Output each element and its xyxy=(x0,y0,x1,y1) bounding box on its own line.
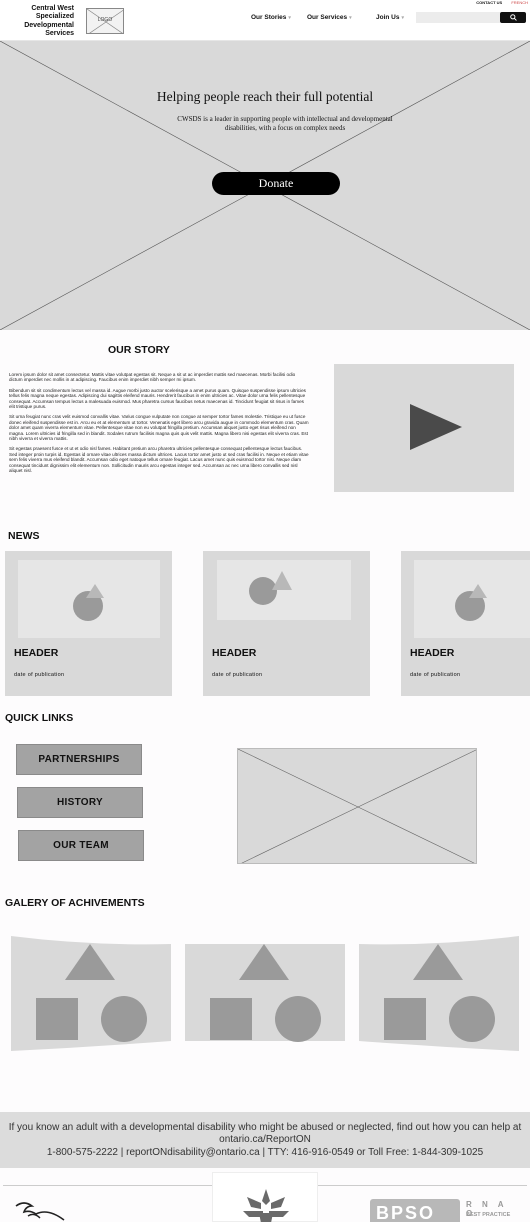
bird-logo-icon xyxy=(15,1202,65,1221)
image-placeholder-icon xyxy=(359,936,519,1051)
image-placeholder-icon xyxy=(455,584,487,621)
news-header: HEADER xyxy=(212,647,257,659)
gallery-item[interactable] xyxy=(358,936,520,1051)
donate-button[interactable]: Donate xyxy=(212,172,340,195)
image-placeholder-icon xyxy=(73,584,104,621)
trillium-logo-icon xyxy=(243,1189,289,1222)
abuse-notice-text[interactable]: If you know an adult with a developmenta… xyxy=(6,1122,524,1146)
story-text: Lorem ipsum dolor sit amet consectetur. … xyxy=(9,372,309,479)
story-paragraph: Sit urna feugiat nunc cras velit euismod… xyxy=(9,414,309,442)
news-image xyxy=(217,560,351,620)
news-date: date of publication xyxy=(410,672,461,678)
news-card[interactable]: HEADER date of publication xyxy=(203,551,370,696)
story-paragraph: Sit egestas praesent fusce et ut et odio… xyxy=(9,446,309,474)
gallery-item[interactable] xyxy=(184,936,346,1051)
partner-logo-bird[interactable] xyxy=(14,1198,70,1222)
search-input[interactable] xyxy=(416,12,500,23)
story-paragraph: Lorem ipsum dolor sit amet consectetur. … xyxy=(9,372,296,383)
chevron-down-icon: ▾ xyxy=(288,15,291,21)
news-heading: NEWS xyxy=(8,530,40,542)
contact-link[interactable]: CONTACT US xyxy=(476,0,502,5)
nav-join-us[interactable]: Join Us ▾ xyxy=(376,14,404,21)
image-placeholder-icon xyxy=(11,936,171,1051)
org-name[interactable]: Central West Specialized Developmental S… xyxy=(6,5,74,39)
news-header: HEADER xyxy=(410,647,455,659)
story-video[interactable] xyxy=(334,364,514,492)
site-header: Central West Specialized Developmental S… xyxy=(0,0,530,41)
partner-logo-ontario[interactable] xyxy=(212,1172,318,1222)
abuse-notice-banner: If you know an adult with a developmenta… xyxy=(0,1112,530,1168)
hero-title: Helping people reach their full potentia… xyxy=(156,89,374,104)
search-button[interactable] xyxy=(500,12,526,23)
news-card[interactable]: HEADER date of publication xyxy=(5,551,172,696)
search-icon xyxy=(509,14,517,21)
news-image xyxy=(18,560,160,638)
news-card[interactable]: HEADER date of publication xyxy=(401,551,530,696)
nav-label: Our Services xyxy=(307,14,348,21)
logo-label: LOGO xyxy=(97,17,113,23)
abuse-notice-contact[interactable]: 1-800-575-2222 | reportONdisability@onta… xyxy=(6,1147,524,1158)
bpso-badge: BPSO xyxy=(370,1199,460,1222)
history-button[interactable]: HISTORY xyxy=(17,787,143,818)
quick-links-image-placeholder xyxy=(237,748,477,864)
rnao-bpso-logo[interactable]: BPSO R N A O BEST PRACTICE xyxy=(370,1196,522,1222)
our-team-button[interactable]: OUR TEAM xyxy=(18,830,144,861)
logo-placeholder[interactable]: LOGO xyxy=(86,8,124,34)
quick-links-heading: QUICK LINKS xyxy=(5,712,74,724)
news-date: date of publication xyxy=(212,672,263,678)
top-links: CONTACT US FRENCH xyxy=(476,0,528,5)
news-date: date of publication xyxy=(14,672,65,678)
partnerships-button[interactable]: PARTNERSHIPS xyxy=(16,744,142,775)
nav-label: Our Stories xyxy=(251,14,287,21)
image-placeholder-icon xyxy=(249,571,292,605)
news-image xyxy=(414,560,530,638)
news-header: HEADER xyxy=(14,647,59,659)
nav-label: Join Us xyxy=(376,14,400,21)
story-paragraph: Bibendum sit sit condimentum lectus vel … xyxy=(9,387,306,410)
nav-our-services[interactable]: Our Services ▾ xyxy=(307,14,352,21)
image-placeholder-icon xyxy=(185,944,345,1042)
chevron-down-icon: ▾ xyxy=(349,15,352,21)
gallery-heading: GALERY OF ACHIVEMENTS xyxy=(5,897,145,909)
language-link[interactable]: FRENCH xyxy=(511,0,528,5)
gallery-item[interactable] xyxy=(10,936,172,1051)
hero-subtitle: CWSDS is a leader in supporting people w… xyxy=(177,115,393,132)
play-icon[interactable] xyxy=(410,404,462,450)
image-placeholder-cross xyxy=(238,749,476,863)
hero-banner: Helping people reach their full potentia… xyxy=(0,41,530,330)
nav-our-stories[interactable]: Our Stories ▾ xyxy=(251,14,291,21)
our-story-heading: OUR STORY xyxy=(108,344,170,356)
chevron-down-icon: ▾ xyxy=(401,15,404,21)
rnao-subtitle: BEST PRACTICE xyxy=(466,1212,511,1218)
